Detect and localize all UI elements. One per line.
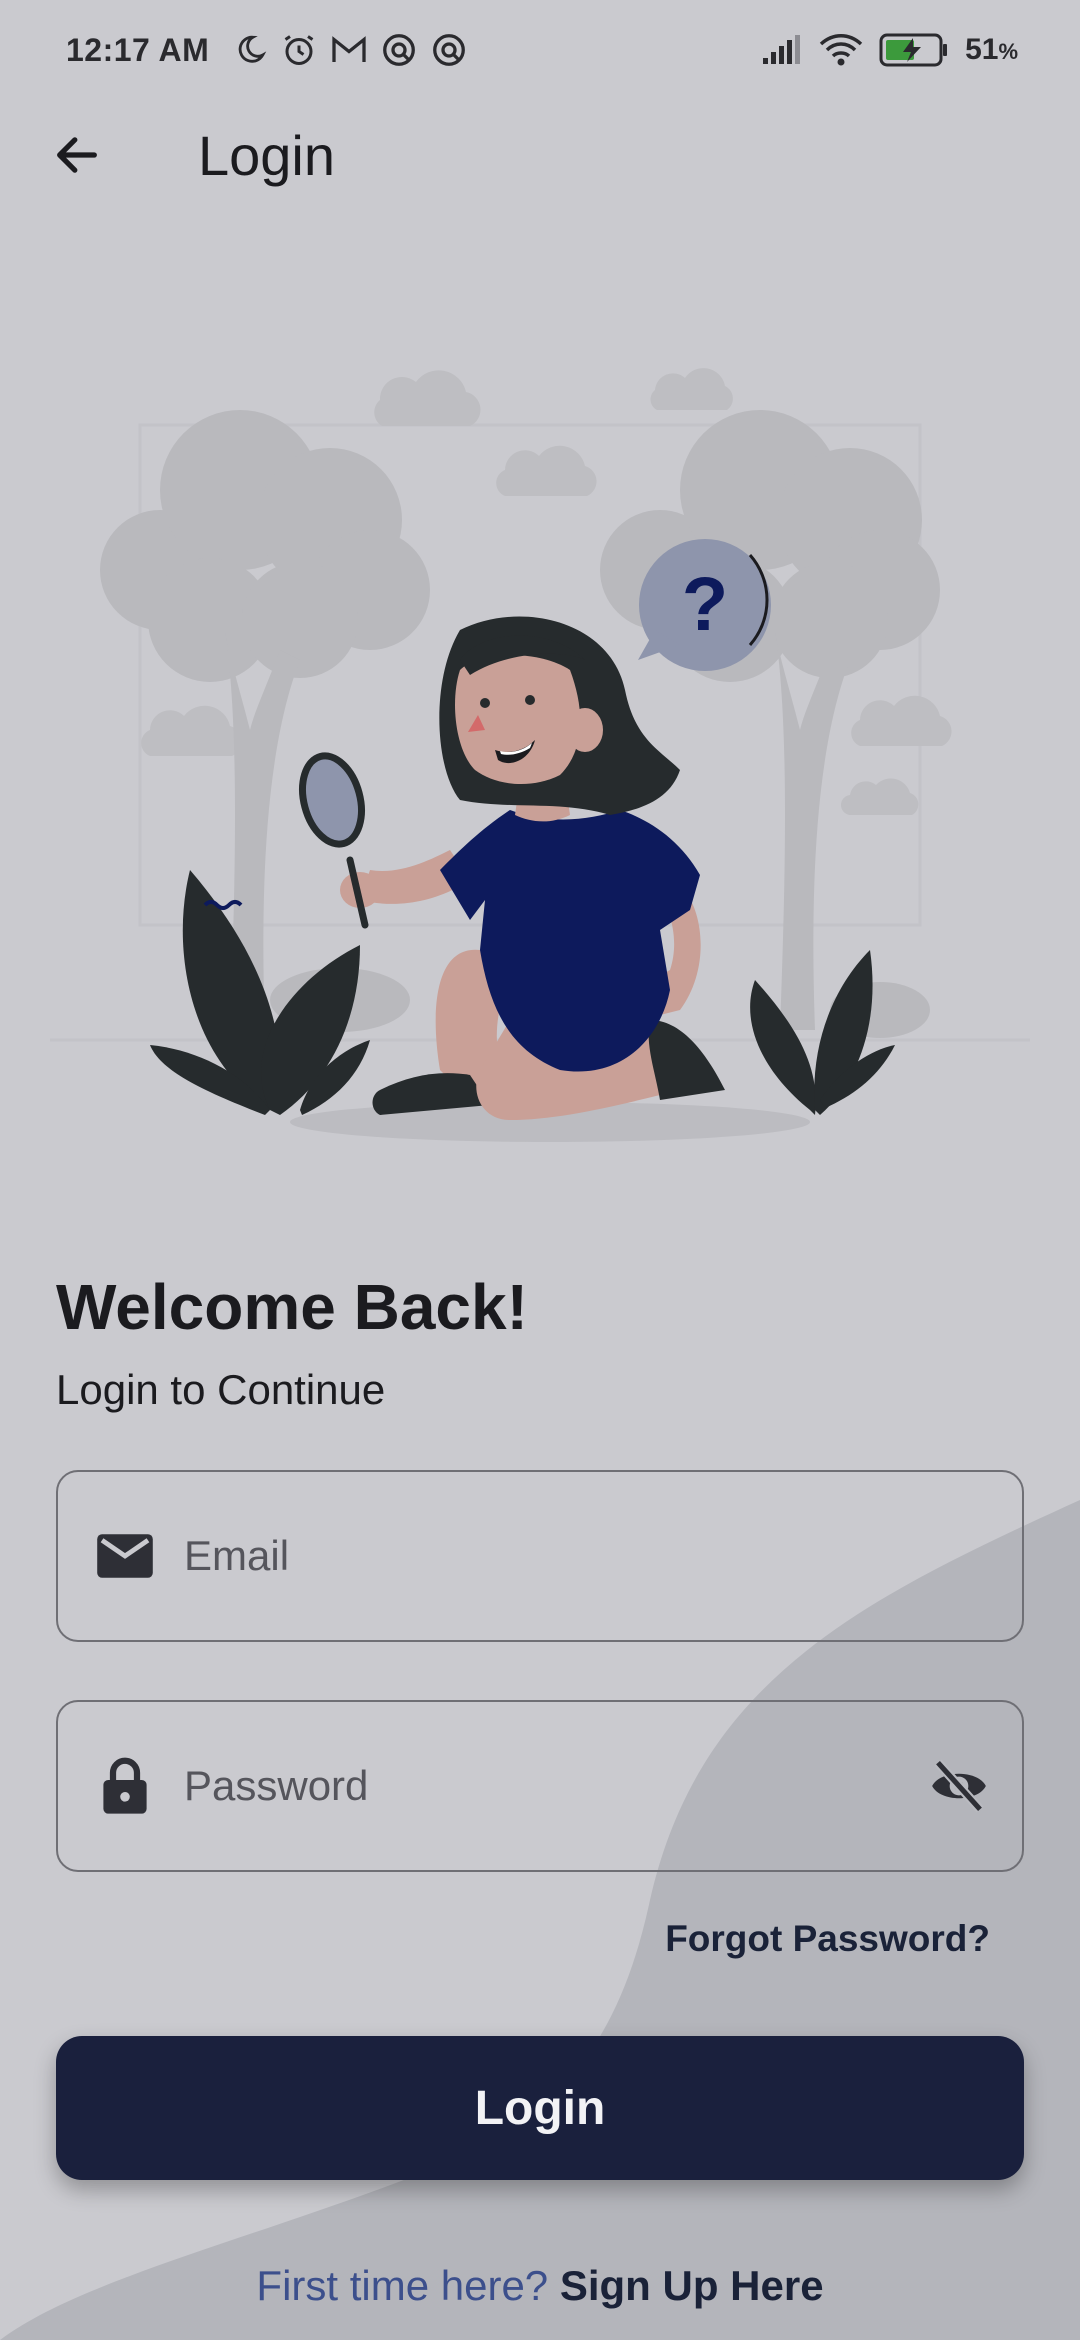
signup-link[interactable]: Sign Up Here bbox=[560, 2262, 824, 2309]
alarm-icon bbox=[281, 32, 317, 68]
mail-icon bbox=[92, 1523, 158, 1589]
sync-icon bbox=[381, 32, 417, 68]
moon-icon bbox=[233, 33, 267, 67]
welcome-title: Welcome Back! bbox=[56, 1271, 528, 1343]
app-bar: Login bbox=[0, 100, 1080, 212]
arrow-left-icon bbox=[51, 129, 103, 186]
signal-icon bbox=[761, 34, 803, 66]
eye-off-icon[interactable] bbox=[924, 1751, 994, 1821]
battery-charging-icon bbox=[879, 32, 949, 68]
email-input[interactable] bbox=[182, 1471, 1022, 1641]
signup-row: First time here? Sign Up Here bbox=[0, 2262, 1080, 2310]
status-bar: 12:17 AM 51% bbox=[0, 0, 1080, 100]
status-time: 12:17 AM bbox=[66, 31, 210, 68]
back-button[interactable] bbox=[42, 122, 112, 192]
login-illustration: ? bbox=[50, 368, 1030, 1142]
welcome-subtitle: Login to Continue bbox=[56, 1366, 386, 1413]
sync-icon bbox=[431, 32, 467, 68]
page-title: Login bbox=[198, 124, 336, 187]
wifi-icon bbox=[819, 33, 863, 67]
password-field[interactable] bbox=[56, 1700, 1024, 1872]
battery-percentage: 51% bbox=[965, 33, 1018, 66]
password-input[interactable] bbox=[182, 1701, 924, 1871]
email-field[interactable] bbox=[56, 1470, 1024, 1642]
gmail-icon bbox=[331, 34, 367, 66]
forgot-password-link[interactable]: Forgot Password? bbox=[665, 1918, 990, 1960]
lock-icon bbox=[92, 1753, 158, 1819]
login-button[interactable]: Login bbox=[56, 2036, 1024, 2180]
question-mark-text: ? bbox=[682, 562, 728, 647]
signup-prompt: First time here? bbox=[256, 2262, 549, 2309]
